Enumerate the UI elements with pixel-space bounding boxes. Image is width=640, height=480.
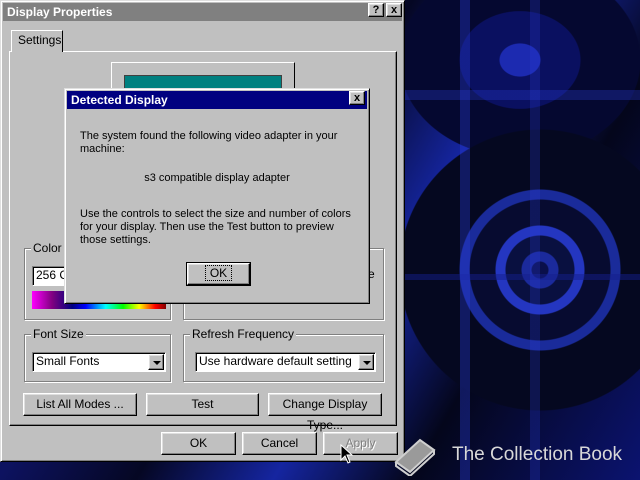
window-titlebar[interactable]: Display Properties — [3, 3, 402, 21]
font-size-dropdown-button[interactable] — [148, 354, 164, 370]
watermark-text: The Collection Book — [452, 444, 623, 465]
dialog-message-line2: machine: — [80, 143, 125, 155]
list-all-modes-label: List All Modes ... — [36, 397, 124, 411]
refresh-dropdown-button[interactable] — [358, 354, 374, 370]
watermark: The Collection Book — [390, 432, 640, 476]
adapter-name: s3 compatible display adapter — [144, 172, 290, 184]
close-button[interactable]: x — [386, 3, 402, 17]
refresh-frequency-label: Refresh Frequency — [190, 327, 297, 341]
test-label: Test — [191, 397, 214, 411]
window-title: Display Properties — [7, 5, 113, 19]
mouse-cursor-icon — [340, 444, 354, 464]
dialog-instruction-line2: for your display. Then use the Test butt… — [80, 221, 334, 233]
refresh-frequency-select[interactable]: Use hardware default setting — [195, 352, 376, 372]
dialog-ok-label: OK — [204, 265, 233, 281]
help-button[interactable]: ? — [368, 3, 384, 17]
dialog-instruction-line1: Use the controls to select the size and … — [80, 208, 351, 220]
dialog-title: Detected Display — [71, 93, 168, 107]
apply-button[interactable]: Apply — [323, 432, 398, 455]
test-button[interactable]: Test — [146, 393, 259, 416]
tab-settings-label: Settings — [18, 33, 62, 47]
dialog-instruction-line3: those settings. — [80, 234, 151, 246]
close-icon: x — [390, 4, 398, 16]
change-display-type-label: Change Display Type... — [282, 397, 368, 432]
ok-button[interactable]: OK — [161, 432, 236, 455]
dialog-titlebar[interactable]: Detected Display — [67, 91, 367, 109]
ok-label: OK — [189, 436, 208, 450]
change-display-type-button[interactable]: Change Display Type... — [268, 393, 382, 432]
dialog-ok-button[interactable]: OK — [186, 262, 251, 286]
refresh-frequency-group: Refresh Frequency Use hardware default s… — [183, 327, 384, 382]
font-size-select[interactable]: Small Fonts — [32, 352, 166, 372]
dialog-close-button[interactable]: x — [349, 91, 365, 105]
refresh-frequency-value: Use hardware default setting — [199, 354, 352, 368]
help-icon: ? — [372, 4, 380, 16]
dialog-message-line1: The system found the following video ada… — [80, 130, 338, 142]
font-size-group: Font Size Small Fonts — [24, 327, 171, 382]
font-size-value: Small Fonts — [36, 354, 100, 368]
font-size-label: Font Size — [31, 327, 86, 341]
cancel-button[interactable]: Cancel — [242, 432, 317, 455]
list-all-modes-button[interactable]: List All Modes ... — [23, 393, 137, 416]
chevron-down-icon — [153, 361, 161, 365]
chevron-down-icon — [363, 361, 371, 365]
detected-display-dialog: Detected Display x The system found the … — [64, 88, 370, 304]
tab-settings[interactable]: Settings — [11, 30, 63, 52]
book-icon — [394, 438, 436, 476]
close-icon: x — [353, 92, 361, 104]
cancel-label: Cancel — [260, 436, 299, 450]
